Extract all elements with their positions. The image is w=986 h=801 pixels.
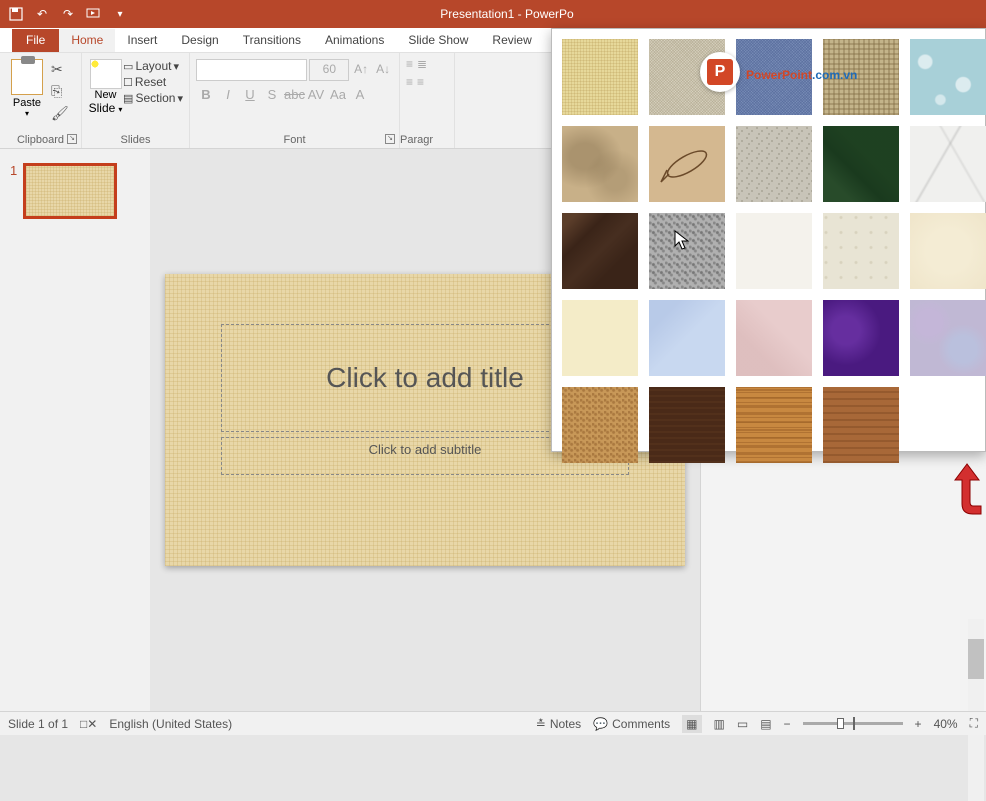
font-name-combo[interactable] [196,59,307,81]
underline-button[interactable]: U [240,85,260,107]
start-from-beginning-icon[interactable] [82,3,106,25]
tab-review[interactable]: Review [480,29,543,52]
italic-button[interactable]: I [218,85,238,107]
tab-file[interactable]: File [12,29,59,52]
bullets-icon[interactable]: ≡ [406,57,413,71]
texture-woven-mat[interactable] [823,39,899,115]
fit-to-window-icon[interactable]: ⛶ [970,716,978,731]
numbering-icon[interactable]: ≣ [417,57,427,71]
texture-green-marble[interactable] [823,126,899,202]
tab-slideshow[interactable]: Slide Show [396,29,480,52]
texture-sand[interactable] [736,126,812,202]
undo-icon[interactable]: ↶ [30,3,54,25]
texture-canvas[interactable] [649,39,725,115]
font-launcher-icon[interactable]: ↘ [385,134,395,144]
texture-denim[interactable] [736,39,812,115]
tab-animations[interactable]: Animations [313,29,396,52]
zoom-in-icon[interactable]: + [915,717,922,731]
texture-granite[interactable] [649,213,725,289]
status-bar: Slide 1 of 1 □✕ English (United States) … [0,711,986,735]
zoom-slider[interactable] [803,722,903,725]
texture-pink-tissue[interactable] [736,300,812,376]
shadow-button[interactable]: S [262,85,282,107]
reading-view-icon[interactable]: ▭ [737,717,748,731]
tab-insert[interactable]: Insert [115,29,169,52]
align-left-icon[interactable]: ≡ [406,75,413,89]
texture-purple-mesh[interactable] [823,300,899,376]
slideshow-view-icon[interactable]: ▤ [760,717,771,731]
spellcheck-icon[interactable]: □✕ [80,717,97,731]
texture-water-droplets[interactable] [910,39,986,115]
group-slides: New Slide ▾ ▭ Layout ▾ ☐ Reset ▤ Section… [82,53,190,148]
font-color-button[interactable]: A [350,85,370,107]
texture-bouquet[interactable] [910,300,986,376]
font-size-combo[interactable]: 60 [309,59,349,81]
format-panel-scrollbar[interactable] [968,619,984,801]
clipboard-launcher-icon[interactable]: ↘ [67,134,77,144]
texture-recycled-paper[interactable] [823,213,899,289]
copy-icon[interactable]: ⎘ [51,83,77,101]
cut-icon[interactable]: ✂ [51,61,77,79]
texture-brown-marble[interactable] [562,213,638,289]
customize-qat-icon[interactable]: ▾ [108,3,132,25]
slide-thumbnail-1[interactable]: 1 [10,163,140,219]
texture-medium-wood[interactable] [823,387,899,463]
bold-button[interactable]: B [196,85,216,107]
save-icon[interactable] [4,3,28,25]
tab-design[interactable]: Design [169,29,230,52]
format-painter-icon[interactable]: 🖌 [51,105,77,123]
texture-walnut[interactable] [649,387,725,463]
texture-cork[interactable] [562,387,638,463]
zoom-level[interactable]: 40% [934,717,958,731]
change-case-button[interactable]: Aa [328,85,348,107]
texture-parchment[interactable] [910,213,986,289]
texture-stationery[interactable] [562,300,638,376]
group-paragraph: ≡≣ ≡≡ Paragr [400,53,455,148]
texture-oak[interactable] [736,387,812,463]
texture-blue-tissue[interactable] [649,300,725,376]
texture-fish-fossil[interactable] [649,126,725,202]
zoom-out-icon[interactable]: − [784,717,791,731]
paste-button[interactable]: Paste ▾ [6,55,48,118]
tab-transitions[interactable]: Transitions [231,29,313,52]
language-status[interactable]: English (United States) [109,717,232,731]
new-slide-button[interactable]: New Slide ▾ [88,55,123,115]
texture-gallery-popup [551,28,986,452]
texture-white-marble[interactable] [910,126,986,202]
reset-button[interactable]: ☐ Reset [123,75,183,89]
texture-newsprint[interactable] [736,213,812,289]
decrease-font-icon[interactable]: A↓ [373,59,393,81]
tab-home[interactable]: Home [59,29,115,52]
notes-button[interactable]: ≛ Notes [536,717,581,731]
strikethrough-button[interactable]: abc [284,85,304,107]
sorter-view-icon[interactable]: ▥ [714,717,725,731]
window-title: Presentation1 - PowerPo [132,7,882,21]
group-font: 60 A↑ A↓ B I U S abc AV Aa A Font ↘ [190,53,400,148]
align-center-icon[interactable]: ≡ [417,75,424,89]
spacing-button[interactable]: AV [306,85,326,107]
normal-view-icon[interactable]: ▦ [682,715,701,733]
layout-button[interactable]: ▭ Layout ▾ [123,59,183,73]
increase-font-icon[interactable]: A↑ [351,59,371,81]
section-button[interactable]: ▤ Section ▾ [123,91,183,105]
group-clipboard: Paste ▾ ✂ ⎘ 🖌 Clipboard ↘ [0,53,82,148]
texture-papyrus[interactable] [562,39,638,115]
slide-thumbnails-panel: 1 [0,149,150,711]
redo-icon[interactable]: ↷ [56,3,80,25]
texture-paper-bag[interactable] [562,126,638,202]
comments-button[interactable]: 💬 Comments [593,717,670,731]
slide-counter: Slide 1 of 1 [8,717,68,731]
title-bar: ↶ ↷ ▾ Presentation1 - PowerPo [0,0,986,28]
